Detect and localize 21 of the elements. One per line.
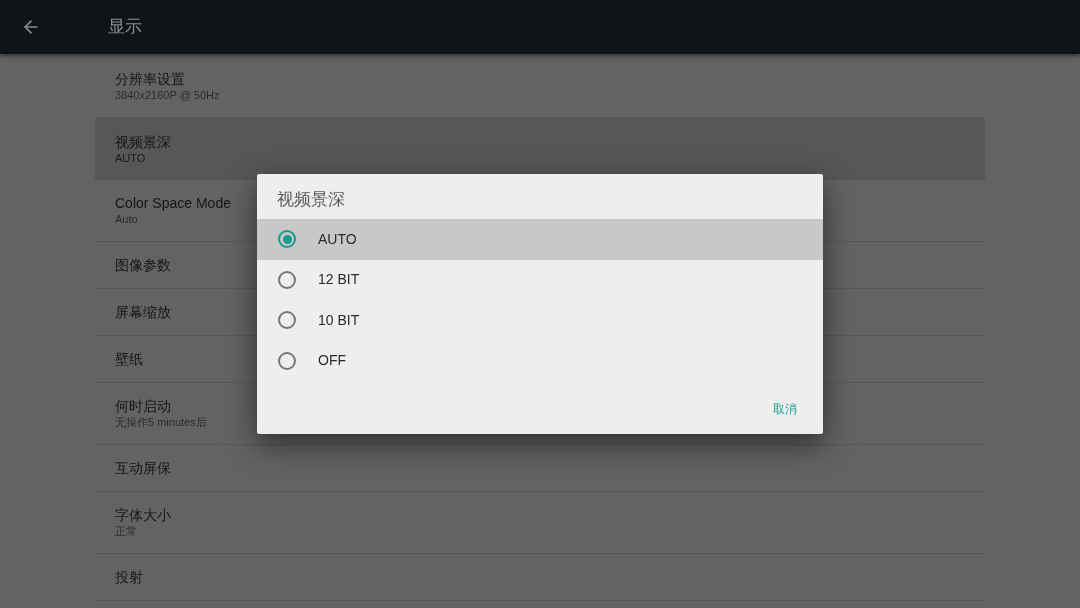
- item-value: AUTO: [115, 150, 146, 166]
- radio-option[interactable]: OFF: [257, 340, 823, 381]
- item-title: 壁纸: [115, 350, 143, 368]
- radio-option[interactable]: 10 BIT: [257, 300, 823, 341]
- settings-item[interactable]: 投射: [95, 554, 985, 601]
- settings-item[interactable]: 视频景深 AUTO: [95, 118, 985, 180]
- item-title: 视频景深: [115, 132, 171, 151]
- item-title: 投射: [115, 568, 143, 586]
- item-title: 分辨率设置: [115, 70, 185, 88]
- cancel-button[interactable]: 取消: [767, 396, 803, 422]
- dialog-title: 视频景深: [277, 188, 345, 211]
- settings-item[interactable]: 互动屏保: [95, 445, 985, 492]
- page-title: 显示: [108, 16, 142, 39]
- item-title: 互动屏保: [115, 459, 171, 477]
- item-title: Color Space Mode: [115, 194, 231, 212]
- item-title: 何时启动: [115, 397, 171, 415]
- radio-option[interactable]: AUTO: [257, 219, 823, 260]
- item-title: 屏幕缩放: [115, 303, 171, 321]
- radio-option[interactable]: 12 BIT: [257, 259, 823, 300]
- item-title: 图像参数: [115, 256, 171, 274]
- item-title: 字体大小: [115, 506, 171, 524]
